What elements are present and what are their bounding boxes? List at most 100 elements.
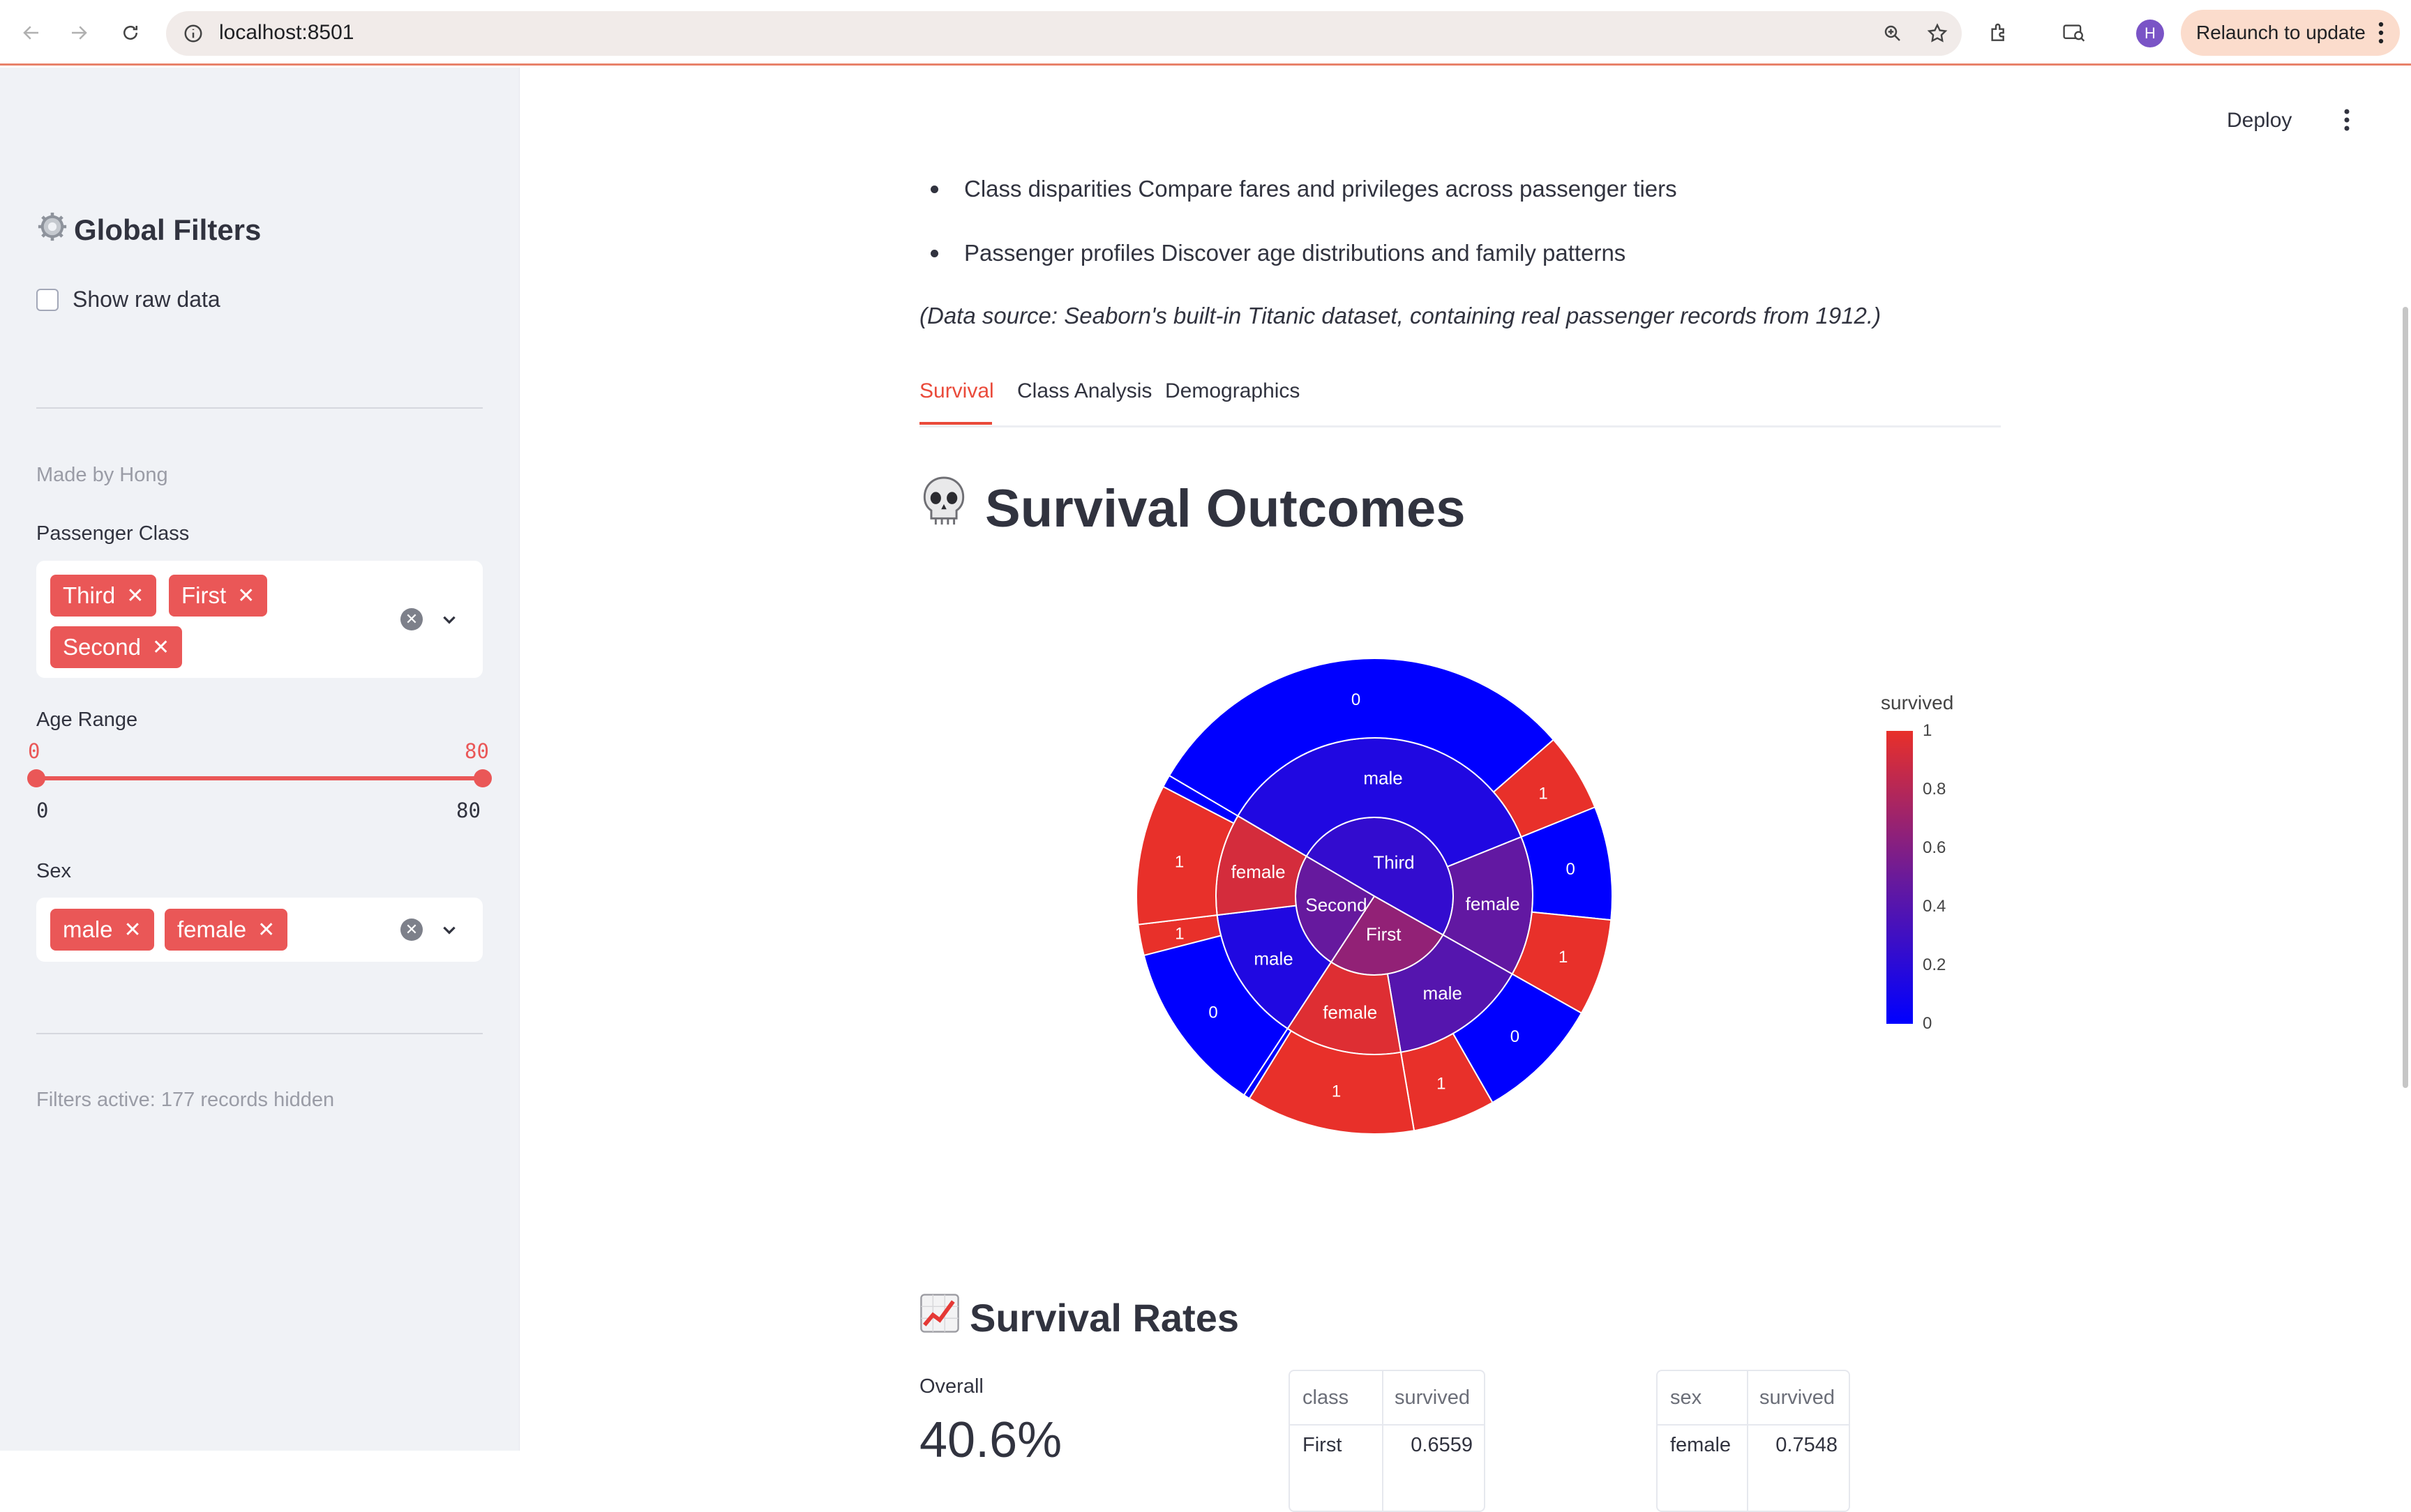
zoom-icon[interactable] xyxy=(1875,16,1910,51)
tag-male[interactable]: male ✕ xyxy=(50,909,154,951)
colorbar-tick-label: 0.2 xyxy=(1923,955,1946,974)
tab-demographics[interactable]: Demographics xyxy=(1165,379,1300,403)
skull-icon xyxy=(919,476,968,541)
remove-tag-icon[interactable]: ✕ xyxy=(237,584,255,608)
reload-icon[interactable] xyxy=(113,15,148,50)
sunburst-label: 0 xyxy=(1208,1003,1217,1022)
sidebar-divider xyxy=(36,407,483,409)
deploy-button[interactable]: Deploy xyxy=(2227,109,2292,133)
relaunch-label: Relaunch to update xyxy=(2196,22,2366,43)
remove-tag-icon[interactable]: ✕ xyxy=(152,635,170,660)
forward-icon[interactable] xyxy=(61,15,96,50)
survival-outcomes-text: Survival Outcomes xyxy=(985,478,1466,538)
tab-list: Survival Class Analysis Demographics xyxy=(919,375,2001,428)
colorbar-tick-label: 0.6 xyxy=(1923,838,1946,857)
sunburst-label: Second xyxy=(1305,895,1367,916)
tag-female[interactable]: female ✕ xyxy=(165,909,288,951)
clear-all-icon[interactable]: ✕ xyxy=(400,608,423,630)
tab-search-icon[interactable] xyxy=(2057,15,2091,50)
passenger-class-multiselect[interactable]: Third ✕ First ✕ Second ✕ ✕ xyxy=(36,561,483,678)
age-slider-max-handle[interactable] xyxy=(474,769,492,787)
sidebar-title: Global Filters xyxy=(36,211,261,250)
sunburst-label: male xyxy=(1423,983,1462,1004)
table-cell: female xyxy=(1670,1433,1732,1456)
colorbar-tick-label: 0 xyxy=(1923,1014,1932,1033)
browser-toolbar: localhost:8501 H Relaunch to update xyxy=(0,0,2411,66)
app-menu-icon[interactable] xyxy=(2343,106,2351,137)
sunburst-label: 0 xyxy=(1351,690,1360,709)
tag-first[interactable]: First ✕ xyxy=(169,575,268,617)
sidebar: Global Filters Show raw data Made by Hon… xyxy=(0,68,520,1451)
tab-survival[interactable]: Survival xyxy=(919,379,994,403)
site-info-icon[interactable] xyxy=(176,16,211,51)
active-tab-indicator xyxy=(919,422,992,425)
sunburst-label: Third xyxy=(1373,852,1414,872)
bullet-passenger-profiles: Passenger profiles Discover age distribu… xyxy=(930,240,1626,266)
sunburst-label: 0 xyxy=(1565,860,1575,879)
colorbar-tick-label: 1 xyxy=(1923,721,1932,740)
age-scale-min: 0 xyxy=(36,799,49,822)
remove-tag-icon[interactable]: ✕ xyxy=(257,918,275,942)
extensions-icon[interactable] xyxy=(1981,15,2016,50)
age-slider-min-handle[interactable] xyxy=(27,769,45,787)
sunburst-label: male xyxy=(1254,948,1293,969)
remove-tag-icon[interactable]: ✕ xyxy=(126,584,144,608)
survival-rates-text: Survival Rates xyxy=(970,1296,1239,1340)
overall-metric-value: 40.6% xyxy=(919,1412,1062,1468)
survival-outcomes-heading: Survival Outcomes xyxy=(919,476,1466,541)
age-max-value: 80 xyxy=(465,739,489,763)
tab-class-analysis[interactable]: Class Analysis xyxy=(1017,379,1152,403)
table-header[interactable]: class xyxy=(1290,1371,1382,1424)
passenger-class-label: Passenger Class xyxy=(36,522,190,545)
chevron-down-icon[interactable] xyxy=(437,917,462,942)
page-scrollbar[interactable] xyxy=(2403,307,2408,1088)
sunburst-label: male xyxy=(1363,767,1402,788)
relaunch-button[interactable]: Relaunch to update xyxy=(2181,10,2400,56)
chart-increasing-icon xyxy=(919,1293,960,1343)
browser-menu-icon[interactable] xyxy=(2378,21,2384,50)
tag-second[interactable]: Second ✕ xyxy=(50,626,183,668)
colorbar-tick-label: 0.8 xyxy=(1923,780,1946,799)
table-header[interactable]: survived xyxy=(1382,1371,1484,1424)
sex-survival-table[interactable]: sex survived female 0.7548 xyxy=(1656,1370,1850,1512)
age-range-label: Age Range xyxy=(36,709,138,731)
tag-third[interactable]: Third ✕ xyxy=(50,575,157,617)
age-slider-track[interactable] xyxy=(36,776,483,780)
table-cell: 0.7548 xyxy=(1775,1433,1838,1456)
table-header[interactable]: survived xyxy=(1747,1371,1849,1424)
sunburst-label: female xyxy=(1323,1001,1377,1022)
url-text: localhost:8501 xyxy=(219,21,354,44)
tag-label: Second xyxy=(63,634,141,660)
gear-icon xyxy=(36,211,68,250)
back-icon[interactable] xyxy=(14,15,49,50)
chevron-down-icon[interactable] xyxy=(437,607,462,632)
sunburst-label: 0 xyxy=(1510,1027,1519,1046)
sunburst-label: female xyxy=(1466,893,1520,914)
sunburst-chart[interactable]: Third male 0 1 female 0 1 First male 0 1 female 1 Sec… xyxy=(1046,614,1702,1227)
checkbox-box[interactable] xyxy=(36,288,59,311)
remove-tag-icon[interactable]: ✕ xyxy=(124,918,142,942)
sunburst-label: female xyxy=(1231,861,1286,882)
bookmark-star-icon[interactable] xyxy=(1920,16,1955,51)
table-header[interactable]: sex xyxy=(1658,1371,1747,1424)
table-cell: 0.6559 xyxy=(1411,1433,1473,1456)
survival-rates-heading: Survival Rates xyxy=(919,1293,1239,1343)
sunburst-label: 1 xyxy=(1436,1074,1445,1093)
address-bar[interactable]: localhost:8501 xyxy=(166,11,1962,56)
tag-label: female xyxy=(177,916,247,942)
age-scale-max: 80 xyxy=(456,799,481,822)
made-by-text: Made by Hong xyxy=(36,464,168,486)
sunburst-label: First xyxy=(1366,923,1402,944)
sex-multiselect[interactable]: male ✕ female ✕ ✕ xyxy=(36,898,483,962)
table-cell: First xyxy=(1302,1433,1342,1456)
sunburst-label: 1 xyxy=(1175,924,1184,943)
class-survival-table[interactable]: class survived First 0.6559 xyxy=(1289,1370,1485,1512)
profile-avatar[interactable]: H xyxy=(2136,20,2164,47)
sunburst-label: 1 xyxy=(1538,784,1547,803)
clear-all-icon[interactable]: ✕ xyxy=(400,918,423,941)
tag-label: First xyxy=(181,582,227,608)
show-raw-data-checkbox[interactable]: Show raw data xyxy=(36,287,220,312)
sunburst-label: 1 xyxy=(1332,1082,1341,1101)
tag-label: Third xyxy=(63,582,116,608)
filters-status-text: Filters active: 177 records hidden xyxy=(36,1089,335,1111)
